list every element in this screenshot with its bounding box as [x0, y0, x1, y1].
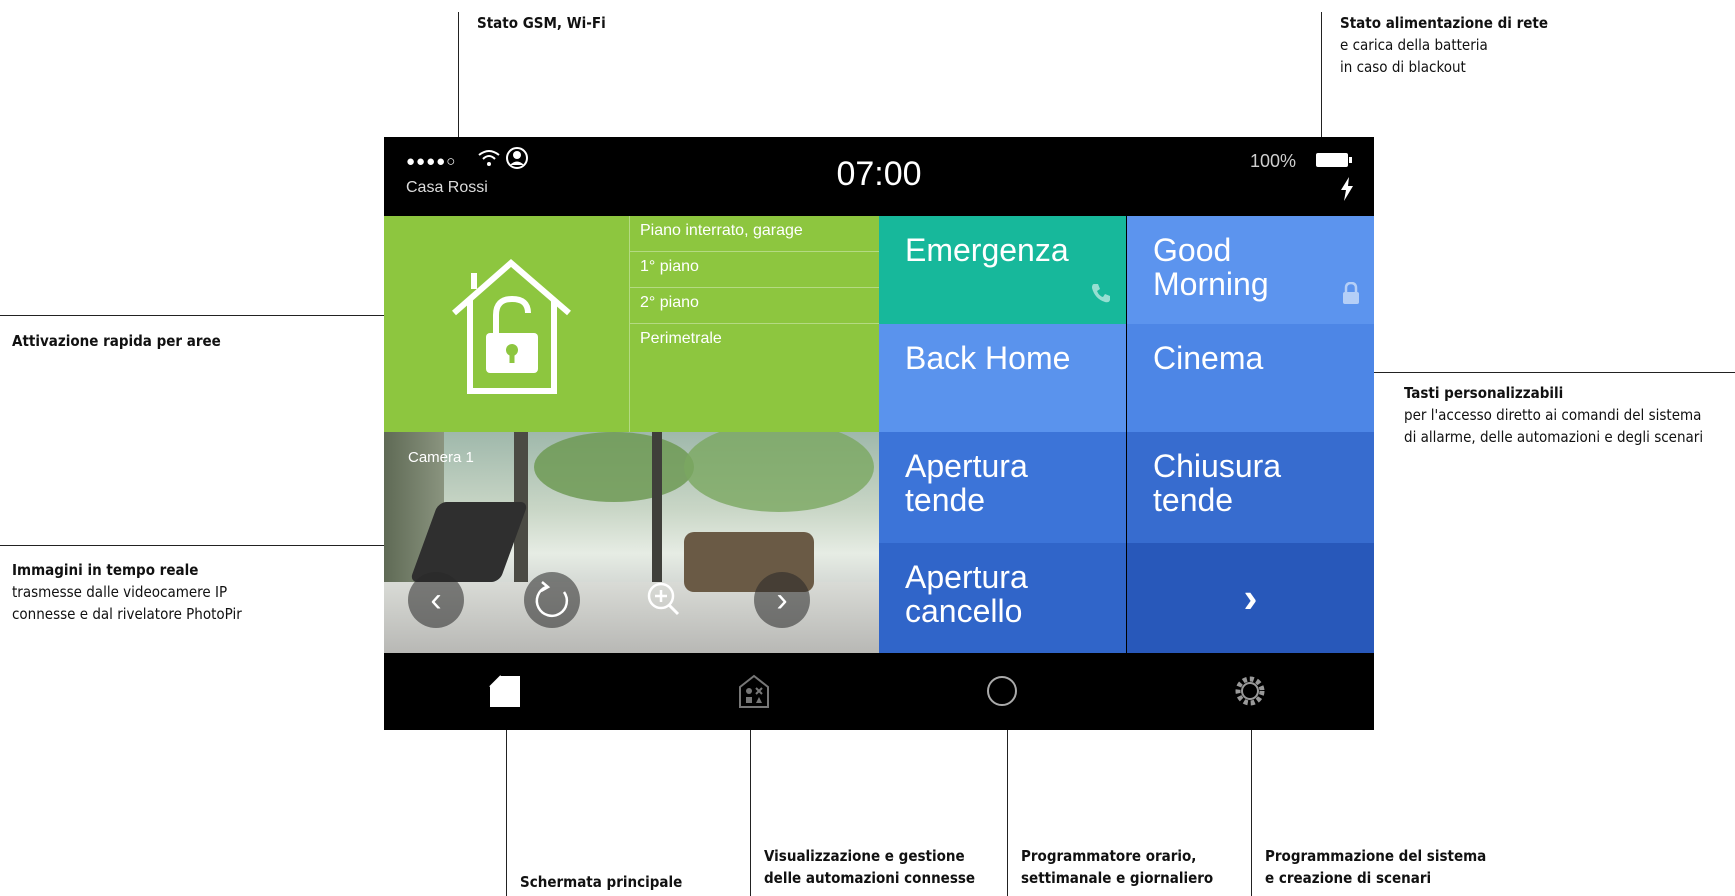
custom-annotation-line1: per l'accesso diretto ai comandi del sis… — [1404, 406, 1702, 424]
custom-leader-line — [1374, 372, 1735, 373]
power-leader-line — [1321, 12, 1322, 137]
camera-annotation-line1: trasmesse dalle videocamere IP — [12, 583, 228, 601]
power-annotation-line2: in caso di blackout — [1340, 58, 1466, 76]
tile-label: Apertura cancello — [905, 559, 1028, 629]
battery-percent: 100% — [1249, 151, 1296, 171]
gsm-annotation: Stato GSM, Wi-Fi — [477, 12, 606, 34]
nav-settings-icon[interactable] — [1232, 673, 1272, 713]
nav-scheduler-icon[interactable] — [984, 673, 1024, 713]
tile-label: Emergenza — [905, 232, 1069, 268]
tile-more-button[interactable]: › — [1127, 543, 1374, 653]
camera-annotation-line2: connesse e dal rivelatore PhotoPir — [12, 605, 242, 623]
alarm-panel: Piano interrato, garage 1° piano 2° pian… — [384, 216, 880, 432]
camera-leader-line — [0, 545, 384, 546]
automation-annotation-line2: delle automazioni connesse — [764, 869, 976, 887]
tile-back-home[interactable]: Back Home — [879, 324, 1126, 432]
home-annotation: Schermata principale — [520, 871, 682, 893]
power-annotation: Stato alimentazione di rete e carica del… — [1340, 12, 1548, 78]
status-bar: ●●●●○ Casa Rossi 07:00 100% — [384, 137, 1374, 216]
settings-annotation-title: Programmazione del sistema — [1265, 847, 1487, 865]
nav-automation-icon[interactable] — [736, 673, 776, 713]
gsm-leader-line — [458, 12, 459, 137]
camera-zoom-button[interactable] — [636, 572, 692, 628]
lock-icon — [1342, 280, 1360, 314]
area-item[interactable]: Perimetrale — [630, 324, 880, 360]
areas-annotation-title: Attivazione rapida per aree — [12, 332, 221, 350]
tile-emergenza[interactable]: Emergenza — [879, 216, 1126, 324]
camera-label: Camera 1 — [408, 449, 474, 466]
camera-image-pillar — [652, 432, 662, 592]
gsm-annotation-title: Stato GSM, Wi-Fi — [477, 14, 606, 32]
tile-cinema[interactable]: Cinema — [1127, 324, 1374, 432]
tile-label: Good Morning — [1153, 232, 1269, 302]
scheduler-annotation: Programmatore orario, settimanale e gior… — [1021, 845, 1213, 889]
custom-annotation-line2: di allarme, delle automazioni e degli sc… — [1404, 428, 1704, 446]
camera-next-button[interactable]: › — [754, 572, 810, 628]
device-screen: ●●●●○ Casa Rossi 07:00 100% Piano interr… — [384, 137, 1374, 730]
nav-home-icon[interactable] — [487, 673, 527, 713]
custom-annotation-title: Tasti personalizzabili — [1404, 384, 1564, 402]
camera-image-foliage — [534, 432, 694, 502]
tile-label: Chiusura tende — [1153, 448, 1282, 518]
camera-annotation: Immagini in tempo reale trasmesse dalle … — [12, 559, 242, 625]
clock: 07:00 — [836, 155, 922, 193]
custom-annotation: Tasti personalizzabili per l'accesso dir… — [1404, 382, 1703, 448]
tile-label: Back Home — [905, 340, 1071, 376]
camera-annotation-title: Immagini in tempo reale — [12, 561, 199, 579]
area-item[interactable]: 1° piano — [630, 252, 880, 288]
areas-leader-line — [0, 315, 384, 316]
home-leader-line — [506, 730, 507, 896]
camera-image-foliage — [684, 432, 874, 512]
home-annotation-title: Schermata principale — [520, 873, 683, 891]
bottom-nav — [384, 653, 1374, 730]
power-annotation-title: Stato alimentazione di rete — [1340, 14, 1549, 32]
automation-annotation-title: Visualizzazione e gestione — [764, 847, 965, 865]
settings-leader-line — [1251, 730, 1252, 896]
areas-annotation: Attivazione rapida per aree — [12, 330, 221, 352]
tile-chiusura-tende[interactable]: Chiusura tende — [1127, 432, 1374, 543]
power-annotation-line1: e carica della batteria — [1340, 36, 1488, 54]
tile-label: Apertura tende — [905, 448, 1028, 518]
area-item[interactable]: Piano interrato, garage — [630, 216, 880, 252]
area-list: Piano interrato, garage 1° piano 2° pian… — [629, 216, 880, 432]
tile-apertura-tende[interactable]: Apertura tende — [879, 432, 1126, 543]
scheduler-annotation-title: Programmatore orario, — [1021, 847, 1197, 865]
area-item[interactable]: 2° piano — [630, 288, 880, 324]
tile-label: Cinema — [1153, 340, 1264, 376]
phone-icon — [1090, 280, 1112, 314]
battery-icon — [1316, 153, 1352, 167]
scheduler-annotation-line2: settimanale e giornaliero — [1021, 869, 1214, 887]
tile-apertura-cancello[interactable]: Apertura cancello — [879, 543, 1126, 653]
automation-annotation: Visualizzazione e gestione delle automaz… — [764, 845, 975, 889]
tile-good-morning[interactable]: Good Morning — [1127, 216, 1374, 324]
settings-annotation-line2: e creazione di scenari — [1265, 869, 1432, 887]
scheduler-leader-line — [1007, 730, 1008, 896]
automation-leader-line — [750, 730, 751, 896]
alarm-unlocked-house-icon[interactable] — [444, 251, 579, 401]
home-tiles: Piano interrato, garage 1° piano 2° pian… — [384, 216, 1374, 653]
camera-refresh-button[interactable] — [524, 572, 580, 628]
camera-view[interactable]: Camera 1 ‹ › — [384, 432, 879, 653]
chevron-right-icon: › — [1243, 574, 1258, 621]
camera-prev-button[interactable]: ‹ — [408, 572, 464, 628]
charging-bolt-icon — [1340, 177, 1354, 208]
settings-annotation: Programmazione del sistema e creazione d… — [1265, 845, 1486, 889]
